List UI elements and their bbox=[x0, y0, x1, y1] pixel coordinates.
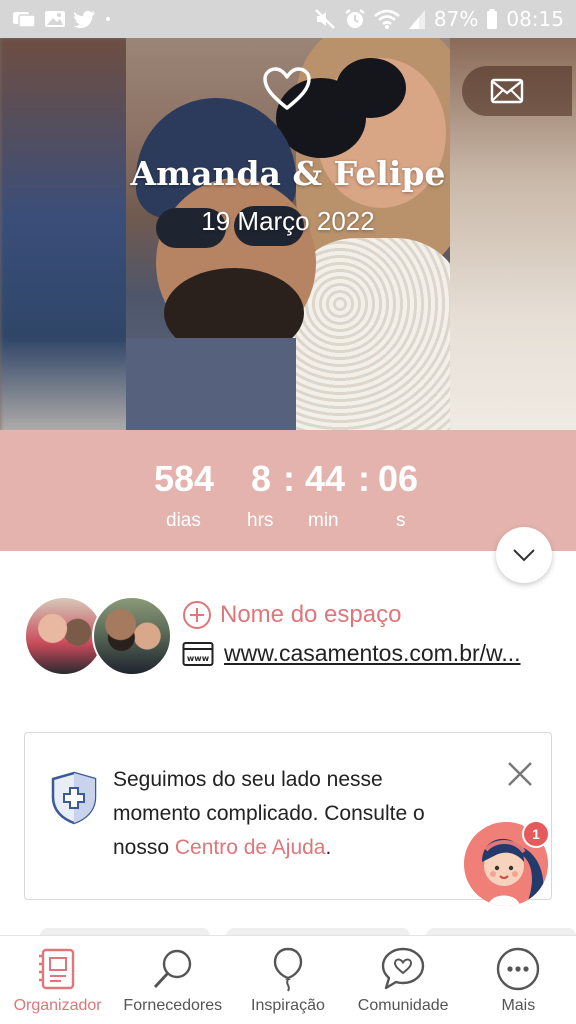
twitter-icon bbox=[74, 9, 96, 29]
notice-period: . bbox=[325, 836, 332, 859]
messages-icon bbox=[12, 9, 36, 29]
battery-percent: 87% bbox=[433, 7, 479, 31]
wedding-website-link[interactable]: www www.casamentos.com.br/w... bbox=[182, 640, 548, 667]
couple-name: Amanda & Felipe bbox=[130, 154, 446, 193]
venue-label: Nome do espaço bbox=[220, 601, 402, 628]
nav-label: Comunidade bbox=[357, 997, 449, 1014]
battery-icon bbox=[486, 8, 498, 30]
nav-label: Fornecedores bbox=[123, 997, 223, 1014]
nav-item-organizador[interactable]: Organizador bbox=[0, 936, 115, 1024]
nav-label: Organizador bbox=[13, 997, 102, 1014]
chat-heart-icon bbox=[381, 947, 425, 990]
help-center-link[interactable]: Centro de Ajuda bbox=[175, 836, 326, 859]
expand-button[interactable] bbox=[496, 527, 552, 583]
mute-icon bbox=[314, 8, 336, 30]
nav-item-comunidade[interactable]: Comunidade bbox=[346, 936, 461, 1024]
countdown-seconds: 06 bbox=[378, 458, 419, 499]
alarm-icon bbox=[344, 8, 366, 30]
bottom-nav: Organizador Fornecedores Inspiração Comu… bbox=[0, 935, 576, 1024]
wedding-date: 19 Março 2022 bbox=[201, 206, 375, 236]
nav-item-fornecedores[interactable]: Fornecedores bbox=[115, 936, 230, 1024]
dot-icon bbox=[104, 9, 112, 29]
envelope-icon bbox=[490, 78, 524, 104]
messages-button[interactable] bbox=[462, 66, 572, 116]
close-icon[interactable] bbox=[505, 759, 535, 789]
couple-cover[interactable]: Amanda & Felipe 19 Março 2022 bbox=[0, 38, 576, 438]
shield-plus-icon bbox=[51, 771, 97, 825]
add-venue-link[interactable]: Nome do espaço bbox=[182, 600, 401, 630]
more-icon bbox=[497, 947, 540, 991]
planner-icon bbox=[38, 948, 74, 990]
search-icon bbox=[153, 949, 191, 989]
notice-text: Seguimos do seu lado nesse momento compl… bbox=[113, 763, 473, 865]
heart-icon bbox=[263, 67, 311, 110]
countdown: 584 8 : 44 : 06 dias hrs min s bbox=[0, 430, 576, 551]
countdown-hours: 8 bbox=[251, 458, 272, 499]
status-bar: 87% 08:15 bbox=[0, 0, 576, 38]
status-bar-left bbox=[12, 9, 112, 29]
countdown-separator: : bbox=[358, 458, 370, 499]
countdown-days: 584 bbox=[154, 458, 215, 499]
nav-label: Inspiração bbox=[251, 997, 325, 1014]
countdown-minutes: 44 bbox=[305, 458, 346, 499]
countdown-seconds-label: s bbox=[396, 510, 406, 531]
chevron-down-icon bbox=[513, 549, 535, 562]
avatar-groom[interactable] bbox=[92, 596, 172, 676]
countdown-hours-label: hrs bbox=[247, 510, 274, 531]
clock: 08:15 bbox=[506, 7, 564, 31]
countdown-separator: : bbox=[283, 458, 295, 499]
status-bar-right: 87% 08:15 bbox=[314, 7, 564, 31]
nav-item-inspiracao[interactable]: Inspiração bbox=[230, 936, 345, 1024]
nav-label: Mais bbox=[501, 997, 536, 1014]
wifi-icon bbox=[374, 8, 400, 30]
cover-blur-left bbox=[0, 38, 130, 438]
signal-icon bbox=[408, 8, 426, 30]
svg-text:www: www bbox=[187, 654, 210, 663]
notification-badge: 1 bbox=[522, 820, 550, 848]
balloon-icon bbox=[273, 947, 303, 992]
countdown-minutes-label: min bbox=[308, 510, 339, 531]
website-url: www.casamentos.com.br/w... bbox=[224, 640, 521, 666]
nav-item-mais[interactable]: Mais bbox=[461, 936, 576, 1024]
countdown-days-label: dias bbox=[166, 510, 201, 531]
plus-circle-icon bbox=[183, 601, 211, 629]
gallery-icon bbox=[44, 9, 66, 29]
www-icon: www bbox=[182, 641, 214, 666]
